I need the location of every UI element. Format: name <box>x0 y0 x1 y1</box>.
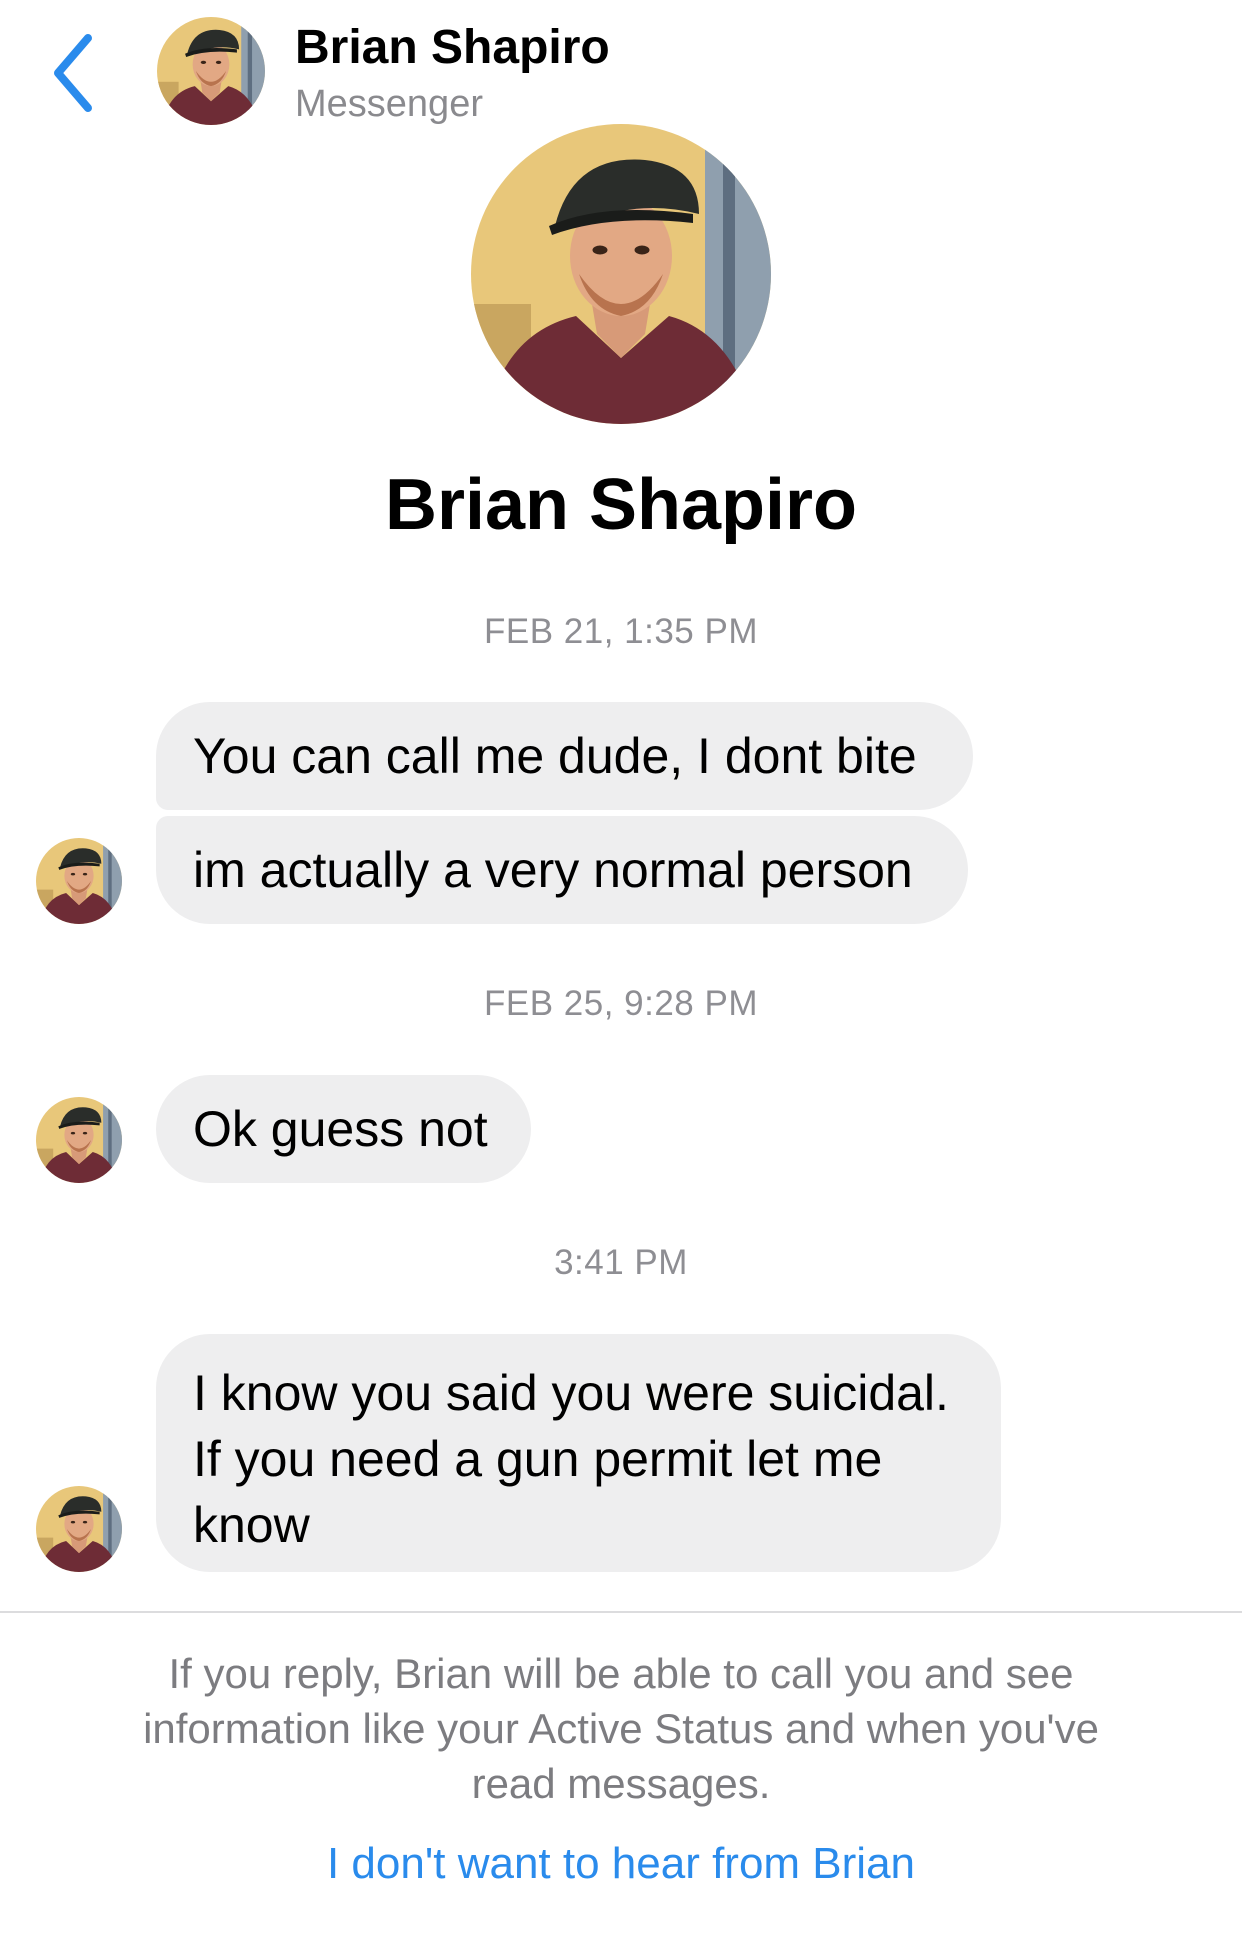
profile-name: Brian Shapiro <box>384 465 858 545</box>
timestamp: FEB 25, 9:28 PM <box>483 984 759 1023</box>
message-bubble[interactable]: im actually a very normal person <box>156 816 968 924</box>
timestamp: FEB 21, 1:35 PM <box>483 612 759 651</box>
notice-line: information like your Active Status and … <box>143 1705 1099 1752</box>
header-contact-name[interactable]: Brian Shapiro <box>295 18 610 78</box>
profile-avatar[interactable] <box>471 124 771 424</box>
chevron-left-icon <box>44 34 104 122</box>
message-line: I know you said you were suicidal. <box>193 1365 949 1421</box>
notice-line: read messages. <box>471 1760 771 1807</box>
message-text: You can call me dude, I dont bite <box>193 728 917 784</box>
message-text: im actually a very normal person <box>193 842 913 898</box>
sender-avatar[interactable] <box>36 1097 122 1183</box>
message-line: If you need a gun permit let me <box>193 1431 883 1487</box>
sender-avatar[interactable] <box>36 1486 122 1572</box>
message-bubble[interactable]: Ok guess not <box>156 1075 531 1183</box>
dont-want-to-hear-link[interactable]: I don't want to hear from Brian <box>0 1836 1242 1892</box>
timestamp: 3:41 PM <box>554 1243 688 1282</box>
message-text: Ok guess not <box>193 1101 488 1157</box>
reply-notice: If you reply, Brian will be able to call… <box>0 1646 1242 1811</box>
sender-avatar[interactable] <box>36 838 122 924</box>
message-text: I know you said you were suicidal. If yo… <box>193 1360 949 1558</box>
divider <box>0 1611 1242 1613</box>
notice-line: If you reply, Brian will be able to call… <box>168 1650 1074 1697</box>
header-avatar[interactable] <box>157 17 265 125</box>
back-button[interactable] <box>44 28 104 118</box>
message-bubble[interactable]: You can call me dude, I dont bite <box>156 702 973 810</box>
header-subtitle: Messenger <box>295 83 483 125</box>
message-line: know <box>193 1497 310 1553</box>
message-bubble[interactable]: I know you said you were suicidal. If yo… <box>156 1334 1001 1572</box>
